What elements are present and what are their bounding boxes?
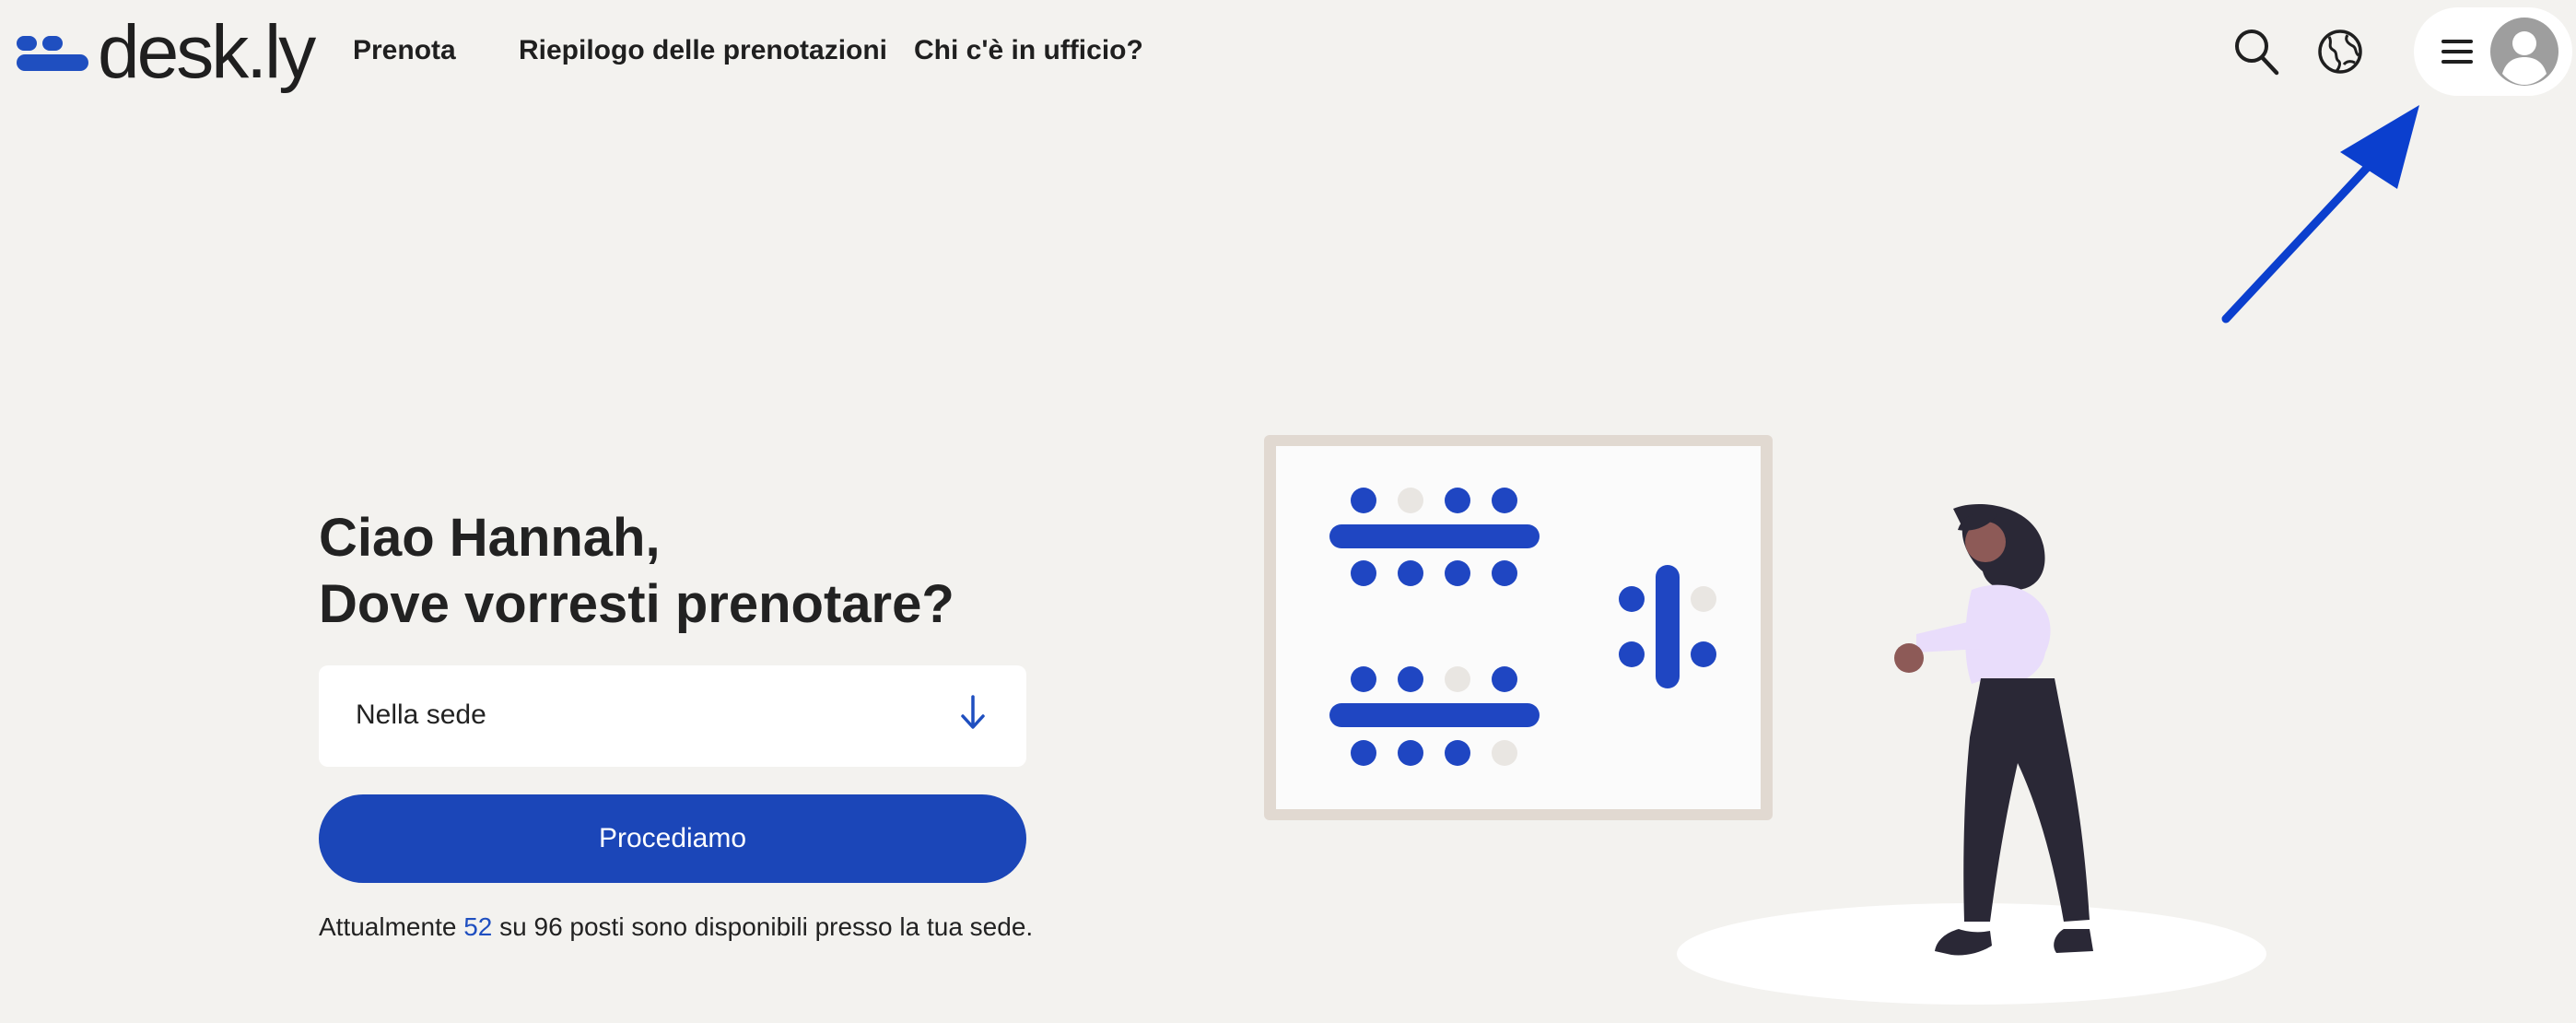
- annotation-arrow-icon: [2211, 101, 2432, 336]
- availability-text: Attualmente 52 su 96 posti sono disponib…: [319, 912, 1033, 942]
- user-menu-button[interactable]: [2414, 7, 2572, 96]
- proceed-button[interactable]: Procediamo: [319, 794, 1026, 883]
- page-title: Ciao Hannah, Dove vorresti prenotare?: [319, 505, 954, 638]
- location-select-value: Nella sede: [356, 700, 486, 730]
- globe-icon[interactable]: [2316, 28, 2364, 80]
- greeting-line: Ciao Hannah,: [319, 508, 661, 568]
- question-line: Dove vorresti prenotare?: [319, 574, 954, 634]
- user-avatar-icon: [2489, 17, 2559, 91]
- availability-prefix: Attualmente: [319, 912, 464, 941]
- search-icon[interactable]: [2233, 28, 2279, 80]
- location-select[interactable]: Nella sede: [319, 665, 1026, 767]
- logo-mark-icon: [17, 25, 88, 80]
- availability-suffix: su 96 posti sono disponibili presso la t…: [492, 912, 1034, 941]
- nav-item-chi-in-ufficio[interactable]: Chi c'è in ufficio?: [914, 35, 1143, 66]
- arrow-down-icon: [960, 695, 986, 735]
- nav-item-riepilogo[interactable]: Riepilogo delle prenotazioni: [519, 35, 887, 66]
- nav-item-prenota[interactable]: Prenota: [353, 35, 456, 66]
- available-seats-count: 52: [463, 912, 493, 941]
- brand-name: desk.ly: [98, 10, 316, 94]
- office-illustration: [1253, 424, 2285, 1018]
- menu-icon: [2441, 38, 2475, 70]
- brand-logo[interactable]: desk.ly: [17, 10, 316, 94]
